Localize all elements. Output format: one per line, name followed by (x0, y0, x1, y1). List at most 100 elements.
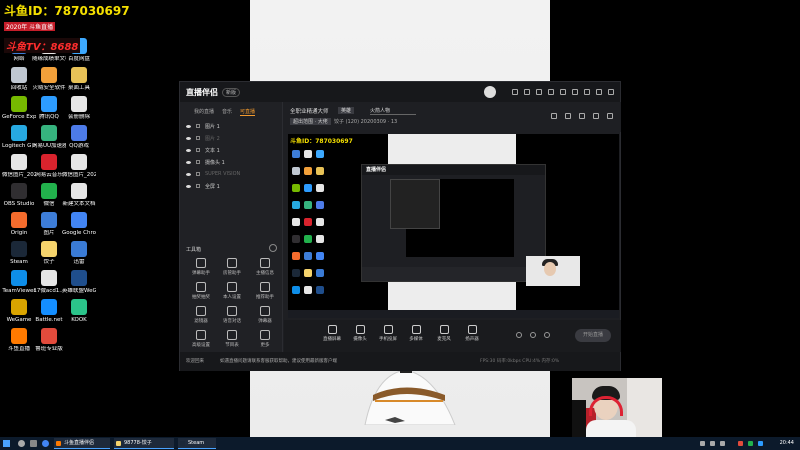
desktop-icon[interactable]: Google Chrome (62, 212, 96, 237)
source-row[interactable]: 全屏 1 (180, 180, 282, 192)
close-icon[interactable] (608, 89, 614, 95)
desktop-icon[interactable]: 火绒安全软件 (32, 67, 66, 92)
lock-icon[interactable] (565, 113, 571, 119)
desktop-icon[interactable]: 会册删除 (62, 96, 96, 121)
tools-more-button[interactable] (269, 244, 277, 252)
tool-button[interactable]: 高级设置 (186, 330, 216, 348)
share-icon[interactable] (536, 89, 542, 95)
link-icon[interactable] (607, 113, 613, 119)
source-row[interactable]: 图片 2 (180, 132, 282, 144)
source-add-button[interactable]: 摄像头 (348, 325, 372, 342)
desktop-icon[interactable]: GeForce Experience (2, 96, 36, 121)
desktop-icon[interactable]: 斗鱼直播 (2, 328, 36, 353)
desktop-icon[interactable]: 微信图片_2022081 (62, 154, 96, 179)
maximize-icon[interactable] (596, 89, 602, 95)
desktop-icon[interactable]: 微信图片_2022111 (2, 154, 36, 179)
source-add-button[interactable]: 麦克风 (432, 325, 456, 342)
scene-tab[interactable]: 我的直播 (194, 108, 214, 116)
tool-button[interactable]: 弹幕器 (250, 306, 280, 324)
tool-button[interactable]: 节目表 (217, 330, 247, 348)
share-icon[interactable] (579, 113, 585, 119)
windows-start-icon[interactable] (3, 440, 10, 447)
gear-icon[interactable] (544, 332, 550, 338)
desktop-icon[interactable]: 新建文本文档 (62, 183, 96, 208)
lock-icon[interactable] (196, 184, 200, 188)
tool-button[interactable]: 本人设置 (217, 282, 247, 300)
tool-button[interactable]: 主播信息 (250, 258, 280, 276)
tool-button[interactable]: 推荐助手 (250, 282, 280, 300)
start-live-button[interactable]: 开始直播 (575, 329, 611, 342)
stream-preview[interactable]: 斗鱼ID：787030697 直播伴侣 (288, 134, 619, 318)
desktop-icon[interactable]: 回收站 (2, 67, 36, 92)
taskbar-app[interactable]: Steam (178, 438, 216, 449)
category-chip[interactable]: 英雄 (338, 107, 355, 114)
source-row[interactable]: 图片 1 (180, 120, 282, 132)
desktop-icon[interactable]: KOOK (62, 299, 96, 324)
eye-icon[interactable] (186, 172, 191, 176)
room-title[interactable]: 全职业精通大师 (290, 107, 329, 115)
desktop-icon[interactable]: 鲁班专业版 (32, 328, 66, 353)
qq-tray-icon[interactable] (758, 441, 763, 446)
lock-icon[interactable] (196, 160, 200, 164)
desktop-icon[interactable]: 微信 (32, 183, 66, 208)
desktop-icon[interactable]: Origin (2, 212, 36, 237)
desktop-icon[interactable]: QQ游戏 (62, 125, 96, 150)
tool-button[interactable]: 更多 (250, 330, 280, 348)
scene-tab[interactable]: 可直播 (240, 108, 256, 116)
mail-icon[interactable] (548, 89, 554, 95)
eye-icon[interactable] (186, 136, 191, 140)
tool-button[interactable]: 语音对话 (217, 306, 247, 324)
source-add-button[interactable]: 扬声器 (460, 325, 484, 342)
source-row[interactable]: 摄像头 1 (180, 156, 282, 168)
desktop-icon[interactable]: 桌面工具 (62, 67, 96, 92)
bell-icon[interactable] (593, 113, 599, 119)
source-add-button[interactable]: 直播屏幕 (320, 325, 344, 342)
lock-icon[interactable] (196, 136, 200, 140)
desktop-icon[interactable]: 饺子 (32, 241, 66, 266)
avatar[interactable] (484, 86, 496, 98)
lock-icon[interactable] (196, 148, 200, 152)
record-icon[interactable] (516, 332, 522, 338)
source-row[interactable]: 文本 1 (180, 144, 282, 156)
taskbar-app[interactable]: 斗鱼直播伴侣 (54, 438, 110, 449)
desktop-icon[interactable]: TeamViewer (2, 270, 36, 295)
status-link[interactable]: 如遇直播问题请联系客服获取帮助，建议使用最新版客户端 (220, 352, 337, 371)
task-view-icon[interactable] (30, 440, 37, 447)
desktop-icon[interactable]: WeGame (2, 299, 36, 324)
gift-icon[interactable] (524, 89, 530, 95)
lock-icon[interactable] (196, 172, 200, 176)
douyu-tray-icon[interactable] (738, 441, 743, 446)
scene-tab[interactable]: 音乐 (222, 108, 232, 116)
input-icon[interactable] (720, 441, 725, 446)
wechat-tray-icon[interactable] (748, 441, 753, 446)
gift-box-icon[interactable] (551, 113, 557, 119)
minimize-icon[interactable] (584, 89, 590, 95)
menu-icon[interactable] (572, 89, 578, 95)
headset-icon[interactable] (512, 89, 518, 95)
eye-icon[interactable] (186, 148, 191, 152)
desktop-icon[interactable]: OBS Studio (2, 183, 36, 208)
tool-button[interactable]: 滤镜器 (186, 306, 216, 324)
desktop-icon[interactable]: 腾讯QQ (32, 96, 66, 121)
taskbar-app[interactable]: 98778-饺子 (114, 438, 174, 449)
desktop-icon[interactable]: Battle.net (32, 299, 66, 324)
tag-input[interactable]: 火箭人物 (370, 107, 416, 115)
source-row[interactable]: SUPER VISION (180, 168, 282, 180)
source-add-button[interactable]: 多媒体 (404, 325, 428, 342)
lock-icon[interactable] (196, 124, 200, 128)
volume-icon[interactable] (710, 441, 715, 446)
tool-button[interactable]: 房管助手 (217, 258, 247, 276)
desktop-icon[interactable]: 网易UU加速器 (32, 125, 66, 150)
desktop-icon[interactable]: Logitech G HUB (2, 125, 36, 150)
desktop-icon[interactable]: Steam (2, 241, 36, 266)
chrome-icon[interactable] (42, 440, 49, 447)
eye-icon[interactable] (186, 124, 191, 128)
search-icon[interactable] (18, 440, 25, 447)
version-badge[interactable]: 新版 (222, 87, 241, 97)
desktop-icon[interactable]: 17微acd1... (32, 270, 66, 295)
eye-icon[interactable] (186, 160, 191, 164)
tool-button[interactable]: 弹幕助手 (186, 258, 216, 276)
source-add-button[interactable]: 手机投屏 (376, 325, 400, 342)
desktop-icon[interactable]: 英雄联盟WeGame版 (62, 270, 96, 295)
desktop-icon[interactable]: 图片 (32, 212, 66, 237)
